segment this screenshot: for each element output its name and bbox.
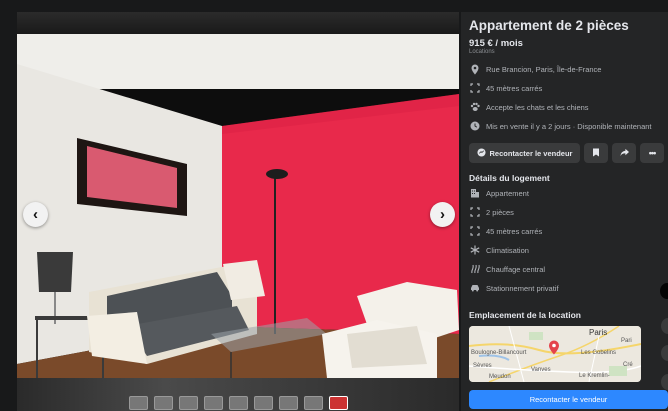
listing-category: Locations <box>469 49 495 55</box>
side-edge-avatar[interactable] <box>661 374 668 390</box>
contact-seller-button[interactable]: Recontacter le vendeur <box>469 143 580 163</box>
housing-item-text: Climatisation <box>486 245 529 255</box>
detail-text: Accepte les chats et les chiens <box>486 102 589 112</box>
area-icon <box>469 226 480 237</box>
location-pin-icon <box>469 64 480 75</box>
snowflake-icon <box>469 245 480 256</box>
more-dots-icon: ••• <box>648 148 657 158</box>
housing-area: 45 mètres carrés <box>469 224 542 238</box>
location-map[interactable]: Paris Boulogne-Billancourt Sèvres Vanves… <box>469 326 641 382</box>
marketplace-listing-window: ‹ › Appartement de 2 pièces 915 € / mois… <box>0 0 668 411</box>
photo-thumbnail[interactable] <box>253 396 273 410</box>
detail-area: 45 mètres carrés <box>469 81 542 95</box>
housing-item-text: Appartement <box>486 188 529 198</box>
listing-price: 915 € / mois <box>469 38 523 49</box>
action-bar: Recontacter le vendeur ••• <box>469 143 664 163</box>
map-label: Pari <box>621 338 632 344</box>
detail-text: Mis en vente il y a 2 jours · Disponible… <box>486 121 652 131</box>
photo-thumbnail[interactable] <box>153 396 173 410</box>
area-icon <box>469 83 480 94</box>
housing-item-text: 45 mètres carrés <box>486 226 543 236</box>
map-label: Vanves <box>531 367 551 373</box>
bookmark-icon <box>592 148 600 159</box>
map-label: Cré <box>623 362 633 368</box>
rooms-icon <box>469 207 480 218</box>
housing-rooms: 2 pièces <box>469 205 514 219</box>
photo-thumbnail-active[interactable] <box>328 396 348 410</box>
chevron-right-icon: › <box>440 206 445 223</box>
photo-thumbnail[interactable] <box>178 396 198 410</box>
listing-photo <box>17 34 459 378</box>
map-label: Paris <box>589 328 608 337</box>
photo-thumbnail[interactable] <box>228 396 248 410</box>
car-icon <box>469 283 480 294</box>
photo-thumbnail[interactable] <box>203 396 223 410</box>
housing-details-title: Détails du logement <box>469 173 550 183</box>
clock-icon <box>469 121 480 132</box>
photo-thumbnail[interactable] <box>303 396 323 410</box>
previous-photo-button[interactable]: ‹ <box>23 202 48 227</box>
heating-icon <box>469 264 480 275</box>
detail-text: Rue Brancion, Paris, Île-de-France <box>486 64 602 74</box>
photo-viewer <box>17 12 459 411</box>
viewer-top-bar <box>17 12 459 34</box>
housing-ac: Climatisation <box>469 243 529 257</box>
housing-parking: Stationnement privatif <box>469 281 559 295</box>
detail-availability: Mis en vente il y a 2 jours · Disponible… <box>469 119 652 133</box>
side-edge-button[interactable] <box>660 283 668 299</box>
share-button[interactable] <box>612 143 636 163</box>
more-options-button[interactable]: ••• <box>640 143 664 163</box>
location-title: Emplacement de la location <box>469 310 581 320</box>
map-pin-icon <box>548 340 560 360</box>
chevron-left-icon: ‹ <box>33 206 38 223</box>
building-icon <box>469 188 480 199</box>
detail-location: Rue Brancion, Paris, Île-de-France <box>469 62 601 76</box>
contact-seller-label: Recontacter le vendeur <box>489 148 573 158</box>
messenger-icon <box>476 147 486 159</box>
map-label: Les Gobelins <box>581 350 617 356</box>
side-edge-avatar[interactable] <box>661 345 668 361</box>
detail-pets: Accepte les chats et les chiens <box>469 100 589 114</box>
contact-seller-cta-button[interactable]: Recontacter le vendeur <box>469 390 668 409</box>
thumbnail-strip <box>17 378 459 411</box>
next-photo-button[interactable]: › <box>430 202 455 227</box>
share-arrow-icon <box>619 148 629 159</box>
side-edge-avatar[interactable] <box>661 318 668 334</box>
housing-item-text: 2 pièces <box>486 207 514 217</box>
paw-icon <box>469 102 480 113</box>
map-label: Le Kremlin- <box>579 373 610 379</box>
save-button[interactable] <box>584 143 608 163</box>
photo-thumbnail[interactable] <box>278 396 298 410</box>
listing-details-panel: Appartement de 2 pièces 915 € / mois Loc… <box>461 12 668 411</box>
map-label: Boulogne-Billancourt <box>471 350 527 356</box>
map-label: Meudon <box>489 374 511 380</box>
map-label: Sèvres <box>473 363 492 369</box>
photo-thumbnail[interactable] <box>128 396 148 410</box>
detail-text: 45 mètres carrés <box>486 83 543 93</box>
housing-item-text: Chauffage central <box>486 264 546 274</box>
housing-type: Appartement <box>469 186 529 200</box>
housing-heating: Chauffage central <box>469 262 545 276</box>
housing-item-text: Stationnement privatif <box>486 283 559 293</box>
listing-title: Appartement de 2 pièces <box>469 18 629 33</box>
